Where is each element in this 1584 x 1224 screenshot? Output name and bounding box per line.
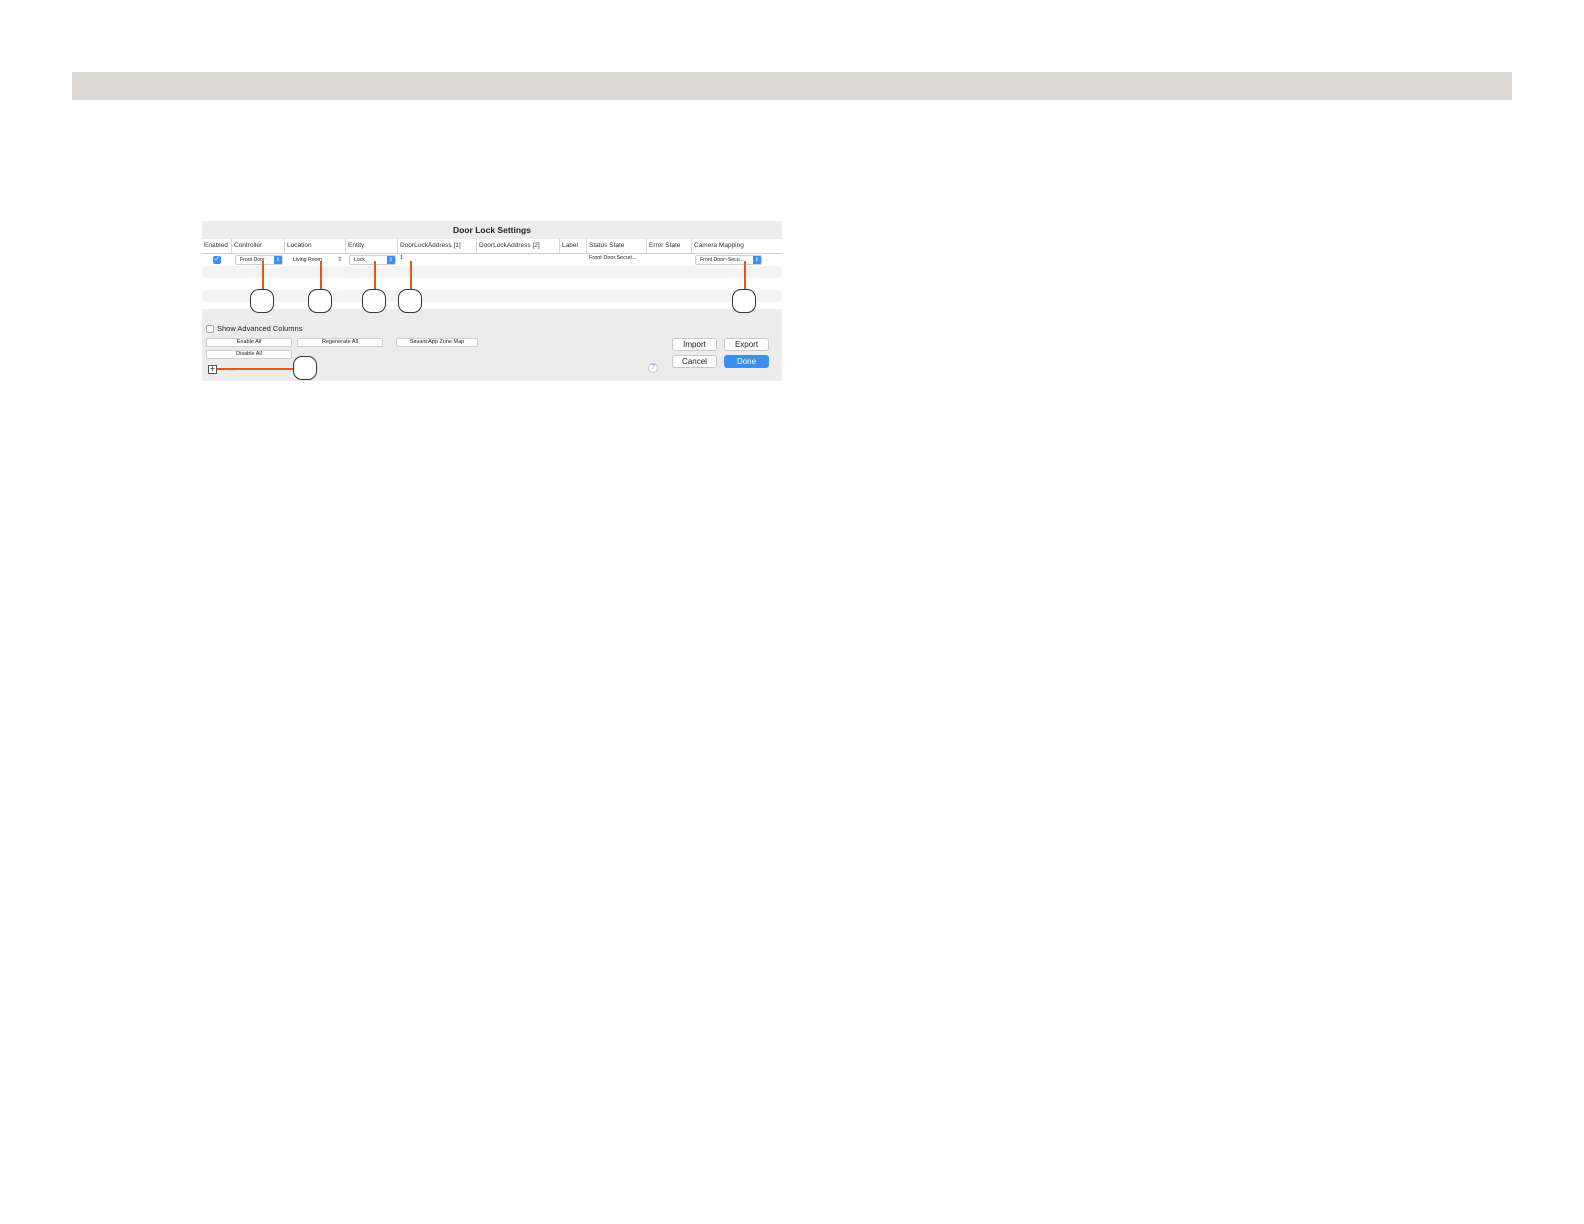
popup-arrow-icon: ⇕ xyxy=(753,256,761,264)
dialog-footer: Show Advanced Columns Enable All Regener… xyxy=(202,309,782,381)
camera-mapping-value: Front Door~Secu... xyxy=(700,257,744,263)
callout-line xyxy=(217,368,293,370)
column-header-location[interactable]: Location xyxy=(285,239,346,253)
column-header-camera-mapping[interactable]: Camera Mapping xyxy=(692,239,782,253)
entity-popup[interactable]: Lock ⇕ xyxy=(349,255,396,265)
column-header-label[interactable]: Label xyxy=(560,239,587,253)
callout-line xyxy=(320,261,322,289)
enable-all-button[interactable]: Enable All xyxy=(206,338,292,347)
export-button[interactable]: Export xyxy=(724,338,769,351)
column-header-enabled[interactable]: Enabled xyxy=(202,239,232,253)
help-icon[interactable]: ? xyxy=(648,363,658,373)
column-header-entity[interactable]: Entity xyxy=(346,239,398,253)
callout-marker-entity xyxy=(362,289,386,313)
import-button[interactable]: Import xyxy=(672,338,717,351)
callout-line xyxy=(374,261,376,289)
column-header-error-state[interactable]: Error State xyxy=(647,239,692,253)
disable-all-button[interactable]: Disable All xyxy=(206,350,292,359)
door-lock-table: Enabled Controller Location Entity DoorL… xyxy=(202,239,782,309)
callout-line xyxy=(262,261,264,289)
popup-arrow-icon: ⇕ xyxy=(274,256,282,264)
done-button[interactable]: Done xyxy=(724,355,769,368)
savant-app-zone-map-button[interactable]: Savant App Zone Map xyxy=(396,338,478,347)
column-header-address2[interactable]: DoorLockAddress [2] xyxy=(477,239,560,253)
callout-line xyxy=(410,261,412,289)
enabled-checkbox[interactable]: ✓ xyxy=(213,256,221,264)
door-lock-settings-dialog: Door Lock Settings Enabled Controller Lo… xyxy=(202,221,782,381)
stepper-icon: ⇕ xyxy=(336,257,342,263)
column-header-address1[interactable]: DoorLockAddress [1] xyxy=(398,239,477,253)
column-header-status-state[interactable]: Status State xyxy=(587,239,647,253)
entity-value: Lock xyxy=(354,257,365,263)
location-value: Living Room xyxy=(293,257,322,263)
address1-cell[interactable]: 1 xyxy=(400,253,403,263)
callout-marker-address xyxy=(398,289,422,313)
show-advanced-checkbox[interactable] xyxy=(206,325,214,333)
page-header-bar xyxy=(72,72,1512,100)
popup-arrow-icon: ⇕ xyxy=(387,256,395,264)
regenerate-all-button[interactable]: Regenerate All xyxy=(297,338,383,347)
camera-mapping-popup[interactable]: Front Door~Secu... ⇕ xyxy=(695,255,762,265)
dialog-title: Door Lock Settings xyxy=(453,225,531,235)
status-state-cell[interactable]: Front Door.Securi... xyxy=(589,253,645,263)
callout-line xyxy=(744,261,746,289)
callout-marker-add xyxy=(293,356,317,380)
cancel-button[interactable]: Cancel xyxy=(672,355,717,368)
callout-marker-controller xyxy=(250,289,274,313)
header-divider xyxy=(202,253,782,254)
plus-icon[interactable]: + xyxy=(208,365,217,374)
table-row-stripe xyxy=(202,266,782,278)
location-popup[interactable]: Living Room ⇕ xyxy=(288,255,344,265)
column-header-controller[interactable]: Controller xyxy=(232,239,285,253)
callout-marker-camera-mapping xyxy=(732,289,756,313)
callout-marker-location xyxy=(308,289,332,313)
show-advanced-label: Show Advanced Columns xyxy=(217,324,303,333)
controller-popup[interactable]: Front Door ⇕ xyxy=(235,255,283,265)
table-row-stripe xyxy=(202,290,782,302)
